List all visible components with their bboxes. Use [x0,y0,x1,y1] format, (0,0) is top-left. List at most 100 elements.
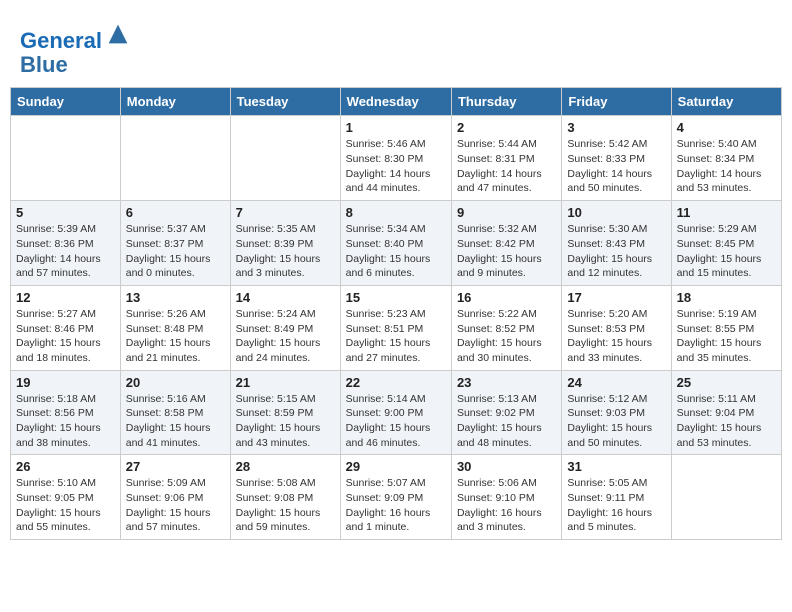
day-number: 16 [457,290,556,305]
day-cell-22: 22 Sunrise: 5:14 AM Sunset: 9:00 PM Dayli… [340,370,451,455]
calendar-week-1: 1 Sunrise: 5:46 AM Sunset: 8:30 PM Daylig… [11,116,782,201]
day-info: Sunrise: 5:09 AM Sunset: 9:06 PM Dayligh… [126,476,225,535]
day-cell-25: 25 Sunrise: 5:11 AM Sunset: 9:04 PM Dayli… [671,370,781,455]
day-cell-29: 29 Sunrise: 5:07 AM Sunset: 9:09 PM Dayli… [340,455,451,540]
day-cell-17: 17 Sunrise: 5:20 AM Sunset: 8:53 PM Dayli… [562,285,671,370]
day-number: 9 [457,205,556,220]
day-number: 20 [126,375,225,390]
day-info: Sunrise: 5:20 AM Sunset: 8:53 PM Dayligh… [567,307,665,366]
day-info: Sunrise: 5:08 AM Sunset: 9:08 PM Dayligh… [236,476,335,535]
day-number: 23 [457,375,556,390]
day-number: 2 [457,120,556,135]
logo-general: General [20,28,102,53]
day-number: 7 [236,205,335,220]
day-cell-21: 21 Sunrise: 5:15 AM Sunset: 8:59 PM Dayli… [230,370,340,455]
day-info: Sunrise: 5:34 AM Sunset: 8:40 PM Dayligh… [346,222,446,281]
day-info: Sunrise: 5:26 AM Sunset: 8:48 PM Dayligh… [126,307,225,366]
day-number: 28 [236,459,335,474]
day-number: 5 [16,205,115,220]
day-cell-5: 5Sunrise: 5:39 AM Sunset: 8:36 PM Daylig… [11,201,121,286]
day-info: Sunrise: 5:05 AM Sunset: 9:11 PM Dayligh… [567,476,665,535]
day-cell-9: 9 Sunrise: 5:32 AM Sunset: 8:42 PM Daylig… [451,201,561,286]
calendar-table: SundayMondayTuesdayWednesdayThursdayFrid… [10,87,782,540]
column-header-sunday: Sunday [11,88,121,116]
empty-cell [120,116,230,201]
day-cell-8: 8 Sunrise: 5:34 AM Sunset: 8:40 PM Daylig… [340,201,451,286]
day-info: Sunrise: 5:40 AM Sunset: 8:34 PM Dayligh… [677,137,776,196]
day-cell-26: 26 Sunrise: 5:10 AM Sunset: 9:05 PM Dayli… [11,455,121,540]
calendar-week-5: 26 Sunrise: 5:10 AM Sunset: 9:05 PM Dayli… [11,455,782,540]
column-header-thursday: Thursday [451,88,561,116]
day-info: Sunrise: 5:16 AM Sunset: 8:58 PM Dayligh… [126,392,225,451]
calendar-week-2: 5Sunrise: 5:39 AM Sunset: 8:36 PM Daylig… [11,201,782,286]
day-number: 1 [346,120,446,135]
day-number: 24 [567,375,665,390]
day-number: 19 [16,375,115,390]
day-number: 10 [567,205,665,220]
day-info: Sunrise: 5:14 AM Sunset: 9:00 PM Dayligh… [346,392,446,451]
day-cell-10: 10 Sunrise: 5:30 AM Sunset: 8:43 PM Dayli… [562,201,671,286]
column-header-wednesday: Wednesday [340,88,451,116]
day-info: Sunrise: 5:37 AM Sunset: 8:37 PM Dayligh… [126,222,225,281]
day-cell-2: 2 Sunrise: 5:44 AM Sunset: 8:31 PM Daylig… [451,116,561,201]
day-info: Sunrise: 5:46 AM Sunset: 8:30 PM Dayligh… [346,137,446,196]
day-info: Sunrise: 5:22 AM Sunset: 8:52 PM Dayligh… [457,307,556,366]
day-cell-6: 6Sunrise: 5:37 AM Sunset: 8:37 PM Daylig… [120,201,230,286]
day-cell-19: 19 Sunrise: 5:18 AM Sunset: 8:56 PM Dayli… [11,370,121,455]
day-info: Sunrise: 5:07 AM Sunset: 9:09 PM Dayligh… [346,476,446,535]
column-header-monday: Monday [120,88,230,116]
day-number: 8 [346,205,446,220]
day-info: Sunrise: 5:10 AM Sunset: 9:05 PM Dayligh… [16,476,115,535]
day-cell-15: 15 Sunrise: 5:23 AM Sunset: 8:51 PM Dayli… [340,285,451,370]
day-info: Sunrise: 5:24 AM Sunset: 8:49 PM Dayligh… [236,307,335,366]
day-info: Sunrise: 5:42 AM Sunset: 8:33 PM Dayligh… [567,137,665,196]
day-cell-20: 20 Sunrise: 5:16 AM Sunset: 8:58 PM Dayli… [120,370,230,455]
day-number: 21 [236,375,335,390]
day-number: 25 [677,375,776,390]
day-number: 29 [346,459,446,474]
day-info: Sunrise: 5:27 AM Sunset: 8:46 PM Dayligh… [16,307,115,366]
day-info: Sunrise: 5:15 AM Sunset: 8:59 PM Dayligh… [236,392,335,451]
empty-cell [230,116,340,201]
day-info: Sunrise: 5:44 AM Sunset: 8:31 PM Dayligh… [457,137,556,196]
day-cell-4: 4Sunrise: 5:40 AM Sunset: 8:34 PM Daylig… [671,116,781,201]
day-cell-28: 28 Sunrise: 5:08 AM Sunset: 9:08 PM Dayli… [230,455,340,540]
day-info: Sunrise: 5:18 AM Sunset: 8:56 PM Dayligh… [16,392,115,451]
day-number: 22 [346,375,446,390]
day-info: Sunrise: 5:12 AM Sunset: 9:03 PM Dayligh… [567,392,665,451]
day-number: 18 [677,290,776,305]
day-info: Sunrise: 5:32 AM Sunset: 8:42 PM Dayligh… [457,222,556,281]
day-number: 15 [346,290,446,305]
day-cell-24: 24 Sunrise: 5:12 AM Sunset: 9:03 PM Dayli… [562,370,671,455]
calendar-week-3: 12 Sunrise: 5:27 AM Sunset: 8:46 PM Dayli… [11,285,782,370]
day-number: 11 [677,205,776,220]
day-info: Sunrise: 5:23 AM Sunset: 8:51 PM Dayligh… [346,307,446,366]
day-cell-16: 16 Sunrise: 5:22 AM Sunset: 8:52 PM Dayli… [451,285,561,370]
day-cell-30: 30Sunrise: 5:06 AM Sunset: 9:10 PM Dayli… [451,455,561,540]
day-cell-31: 31Sunrise: 5:05 AM Sunset: 9:11 PM Dayli… [562,455,671,540]
calendar-week-4: 19 Sunrise: 5:18 AM Sunset: 8:56 PM Dayli… [11,370,782,455]
day-info: Sunrise: 5:35 AM Sunset: 8:39 PM Dayligh… [236,222,335,281]
calendar-header-row: SundayMondayTuesdayWednesdayThursdayFrid… [11,88,782,116]
day-number: 14 [236,290,335,305]
day-info: Sunrise: 5:29 AM Sunset: 8:45 PM Dayligh… [677,222,776,281]
logo-icon [104,20,132,48]
empty-cell [671,455,781,540]
logo-blue: Blue [20,52,68,77]
day-number: 12 [16,290,115,305]
day-number: 27 [126,459,225,474]
day-number: 26 [16,459,115,474]
day-cell-27: 27 Sunrise: 5:09 AM Sunset: 9:06 PM Dayli… [120,455,230,540]
day-cell-11: 11 Sunrise: 5:29 AM Sunset: 8:45 PM Dayli… [671,201,781,286]
day-number: 3 [567,120,665,135]
column-header-tuesday: Tuesday [230,88,340,116]
day-info: Sunrise: 5:11 AM Sunset: 9:04 PM Dayligh… [677,392,776,451]
day-info: Sunrise: 5:19 AM Sunset: 8:55 PM Dayligh… [677,307,776,366]
column-header-friday: Friday [562,88,671,116]
day-number: 17 [567,290,665,305]
day-info: Sunrise: 5:30 AM Sunset: 8:43 PM Dayligh… [567,222,665,281]
day-number: 13 [126,290,225,305]
day-cell-12: 12 Sunrise: 5:27 AM Sunset: 8:46 PM Dayli… [11,285,121,370]
day-cell-18: 18 Sunrise: 5:19 AM Sunset: 8:55 PM Dayli… [671,285,781,370]
day-cell-13: 13 Sunrise: 5:26 AM Sunset: 8:48 PM Dayli… [120,285,230,370]
